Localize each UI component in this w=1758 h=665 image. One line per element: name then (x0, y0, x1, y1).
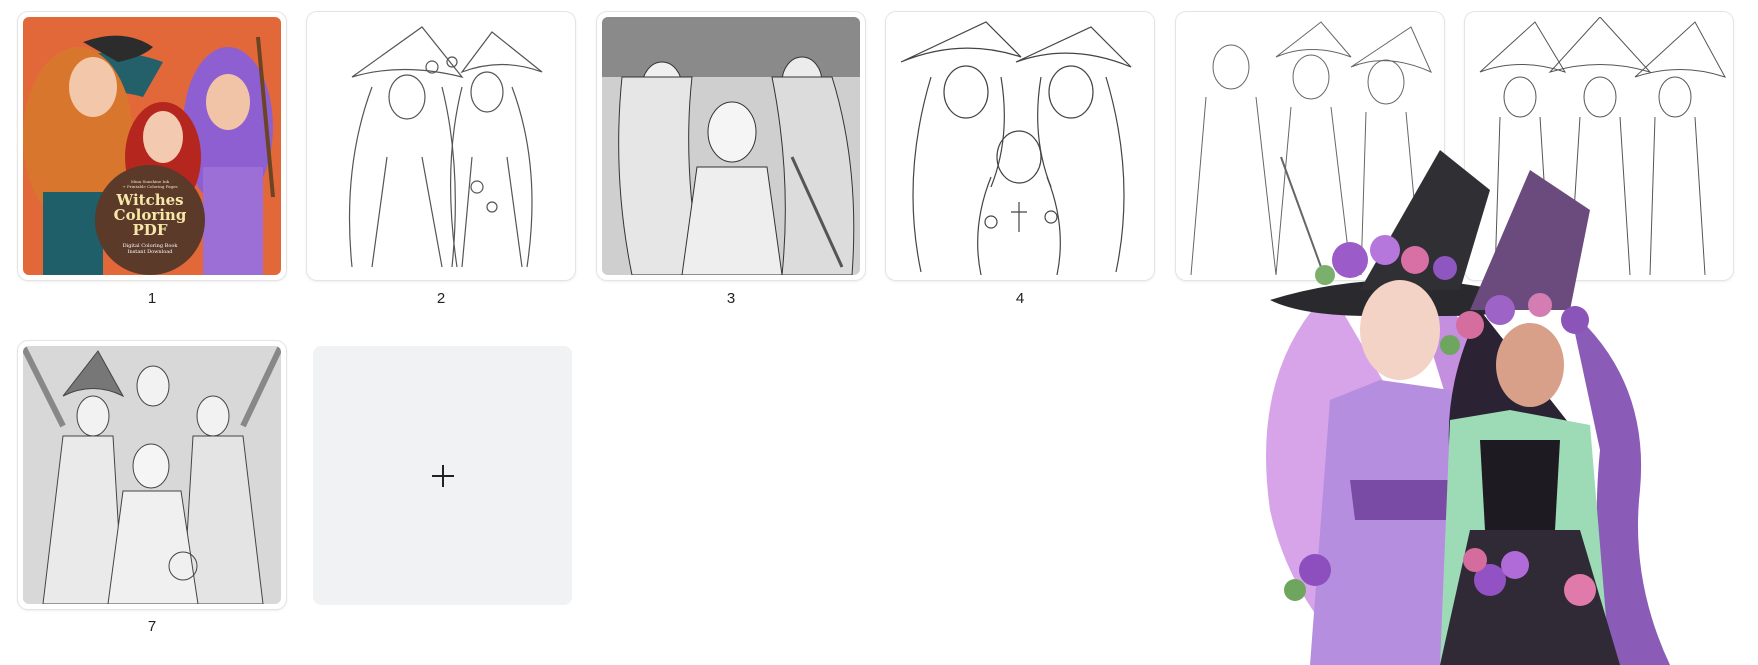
plus-icon (432, 465, 454, 487)
page-number-3: 3 (726, 290, 736, 307)
lineart-image (312, 17, 570, 275)
cover-title-line3: PDF (132, 221, 168, 239)
page-number-4: 4 (1015, 290, 1025, 307)
cover-subtitle-2: Instant Download (127, 249, 173, 255)
add-page-button[interactable] (313, 346, 572, 605)
page-number-2: 2 (436, 290, 446, 307)
lineart-image (1181, 17, 1439, 275)
cover-image: Mina Sunshine Ink + Printable Coloring P… (23, 17, 281, 275)
page-thumbnail-2[interactable] (307, 12, 575, 280)
page-thumbnail-5[interactable] (1176, 12, 1444, 280)
cover-pretitle-2: + Printable Coloring Pages (122, 184, 178, 189)
page-number-1: 1 (147, 290, 157, 307)
lineart-image (891, 17, 1149, 275)
page-thumbnail-4[interactable] (886, 12, 1154, 280)
lineart-image (1470, 17, 1728, 275)
page-thumbnail-1[interactable]: Mina Sunshine Ink + Printable Coloring P… (18, 12, 286, 280)
page-thumbnail-3[interactable] (597, 12, 865, 280)
grayscale-image (23, 346, 281, 604)
grayscale-image (602, 17, 860, 275)
page-thumbnail-7[interactable] (18, 341, 286, 609)
page-grid: Mina Sunshine Ink + Printable Coloring P… (0, 0, 1758, 665)
page-number-7: 7 (147, 618, 157, 635)
page-thumbnail-6[interactable] (1465, 12, 1733, 280)
cover-title-badge: Mina Sunshine Ink + Printable Coloring P… (95, 165, 205, 275)
